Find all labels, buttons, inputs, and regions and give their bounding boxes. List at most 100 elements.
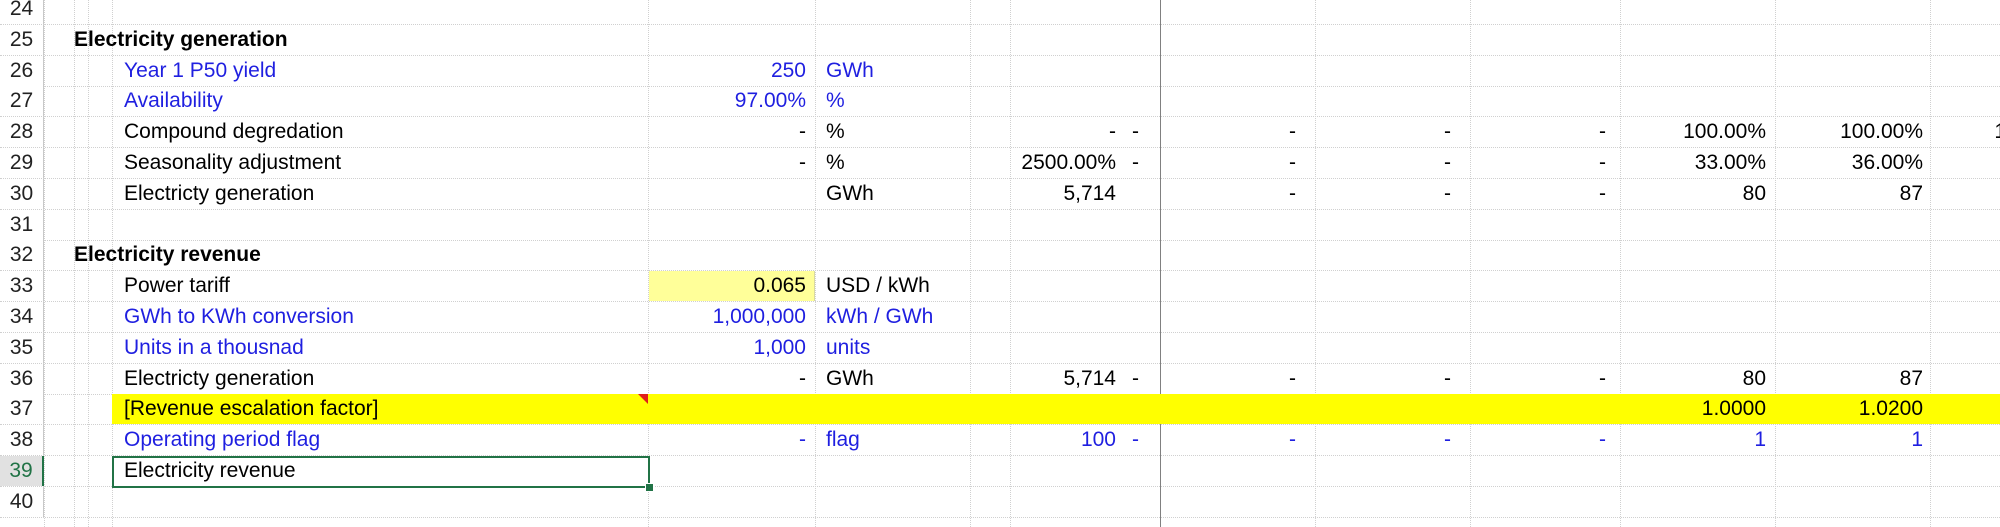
total-cell: 5,714 [1063, 181, 1116, 205]
row-label: Power tariff [124, 274, 230, 298]
row-header[interactable]: 27 [0, 86, 44, 117]
unit-cell: GWh [826, 366, 874, 390]
unit-cell: USD / kWh [826, 274, 930, 298]
table-row[interactable]: 27 Availability 97.00%% [0, 86, 2000, 118]
period-cell: - [1289, 428, 1296, 452]
row-label: Operating period flag [124, 428, 321, 452]
period-cell: 36.00% [1851, 151, 1923, 174]
row-label: Compound degredation [124, 120, 344, 144]
unit-cell: % [826, 89, 845, 113]
row-header[interactable]: 25 [0, 24, 44, 55]
comment-indicator-icon[interactable] [638, 394, 648, 405]
period-cell: - [1599, 181, 1606, 205]
value-cell: - [799, 428, 806, 452]
period-cell: 1.0000 [1701, 397, 1766, 421]
table-row[interactable]: 35 Units in a thousnad 1,000 units [0, 332, 2000, 364]
period-cell: - [1289, 366, 1296, 390]
value-cell: - [799, 151, 806, 174]
row-header[interactable]: 32 [0, 240, 44, 271]
table-row[interactable]: 38 Operating period flag - flag 100- - - -1 1 [0, 425, 2000, 457]
unit-cell: units [826, 335, 871, 359]
period-cell: 87 [1899, 366, 1923, 390]
period-cell: 100.00% [1683, 120, 1766, 144]
row-header[interactable]: 37 [0, 394, 44, 425]
table-row[interactable]: 33 Power tariff 0.065 USD / kWh [0, 271, 2000, 303]
period-cell: 1.0200 [1858, 397, 1923, 421]
period-cell: - [1444, 366, 1451, 390]
row-header[interactable]: 40 [0, 486, 44, 517]
row-header[interactable]: 30 [0, 178, 44, 209]
table-row[interactable]: 25 Electricity generation [0, 24, 2000, 56]
period-cell: - [1599, 366, 1606, 390]
flag-cell: - [1132, 428, 1139, 452]
row-header[interactable]: 31 [0, 209, 44, 240]
table-row[interactable]: 32 Electricity revenue [0, 240, 2000, 272]
value-cell: 250 [770, 58, 806, 82]
period-cell: - [1444, 120, 1451, 144]
table-row[interactable]: 28 Compound degredation -% - - - - -100.00% 100.… [0, 117, 2000, 149]
table-row[interactable]: 29 Seasonality adjustment -% 2500.00% - - - -33… [0, 148, 2000, 179]
row-label: Year 1 P50 yield [124, 58, 277, 82]
section-heading: Electricity revenue [74, 243, 261, 267]
period-cell: 100.00% [1840, 120, 1923, 144]
period-cell: - [1289, 120, 1296, 144]
value-cell: 1,000,000 [712, 305, 806, 328]
value-cell: - [799, 366, 806, 390]
row-header[interactable]: 35 [0, 332, 44, 363]
row-header[interactable]: 29 [0, 148, 44, 178]
table-row[interactable]: 26 Year 1 P50 yield 250 GWh [0, 55, 2000, 87]
row-label: GWh to KWh conversion [124, 305, 354, 328]
selected-cell[interactable] [112, 456, 650, 488]
value-cell: 0.065 [753, 274, 806, 298]
value-cell: 97.00% [734, 89, 806, 113]
row-header[interactable]: 33 [0, 271, 44, 302]
period-cell: 80 [1742, 181, 1766, 205]
row-label: Electricty generation [124, 181, 315, 205]
period-cell: - [1444, 181, 1451, 205]
row-header[interactable]: 34 [0, 302, 44, 332]
period-cell: - [1289, 181, 1296, 205]
period-cell: 33.00% [1694, 151, 1766, 174]
value-cell: 1,000 [753, 335, 806, 359]
table-row[interactable]: 39 Electricity revenue [0, 456, 2000, 492]
period-cell: 87 [1899, 181, 1923, 205]
section-heading: Electricity generation [74, 27, 288, 51]
table-row[interactable]: 31 [0, 209, 2000, 241]
period-cell: 1 [1754, 428, 1766, 452]
unit-cell: flag [826, 428, 860, 452]
period-cell: 1 [1930, 117, 2000, 147]
flag-cell: - [1132, 151, 1139, 174]
period-cell: - [1444, 428, 1451, 452]
period-cell: 80 [1742, 366, 1766, 390]
row-label: Units in a thousnad [124, 335, 304, 359]
total-cell: 5,714 [1063, 366, 1116, 390]
flag-cell: - [1132, 366, 1139, 390]
value-cell: - [799, 120, 806, 144]
unit-cell: GWh [826, 181, 874, 205]
unit-cell: GWh [826, 58, 874, 82]
row-header[interactable]: 26 [0, 55, 44, 86]
row-header[interactable]: 36 [0, 363, 44, 394]
period-cell: - [1599, 120, 1606, 144]
row-header[interactable]: 38 [0, 425, 44, 456]
row-header[interactable]: 28 [0, 117, 44, 148]
total-cell: 2500.00% [1021, 151, 1116, 174]
table-row[interactable]: 40 [0, 486, 2000, 518]
table-row[interactable]: 34 GWh to KWh conversion 1,000,000 kWh / GW… [0, 302, 2000, 333]
spreadsheet-grid[interactable]: 24 25 Electricity generation 26 Year 1 P50 y… [0, 0, 2000, 527]
period-cell: - [1599, 428, 1606, 452]
row-label: Electricty generation [124, 366, 315, 390]
table-row[interactable]: 37 [Revenue escalation factor] 1.0000 1.020… [0, 394, 2000, 426]
table-row[interactable]: 24 [0, 0, 2000, 25]
period-cell: 1 [1911, 428, 1923, 452]
period-cell: - [1599, 151, 1606, 174]
row-label: [Revenue escalation factor] [124, 397, 379, 421]
row-header[interactable]: 24 [0, 0, 44, 24]
table-row[interactable]: 36 Electricty generation - GWh 5,714- - - -80 87 [0, 363, 2000, 395]
row-header[interactable]: 39 [0, 456, 44, 486]
row-label: Availability [124, 89, 223, 113]
table-row[interactable]: 30 Electricty generation GWh 5,714 - - - 80 87 [0, 178, 2000, 210]
total-cell: - [1109, 120, 1116, 144]
flag-cell: - [1132, 120, 1139, 144]
unit-cell: % [826, 151, 845, 174]
